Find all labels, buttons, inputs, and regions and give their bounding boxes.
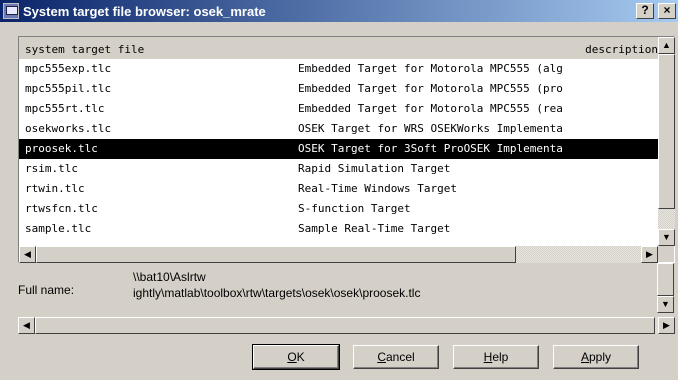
apply-button[interactable]: Apply [553,345,639,369]
list-item-description: OSEK Target for 3Soft ProOSEK Implementa [298,142,563,155]
list-item-file: mpc555exp.tlc [25,62,112,75]
column-header-description: description [585,43,658,56]
vertical-scroll-thumb[interactable] [658,54,675,209]
list-item[interactable]: rtwin.tlc Real-Time Windows Target [25,179,658,199]
list-item[interactable]: mpc555pil.tlc Embedded Target for Motorol… [25,79,658,99]
scroll-right-arrow-icon[interactable]: ▶ [641,246,658,263]
app-icon [3,3,19,19]
list-item[interactable]: sample.tlc Sample Real-Time Target [25,219,658,239]
horizontal-scroll-thumb[interactable] [36,246,516,263]
dialog-vertical-thumb[interactable] [657,263,674,296]
close-button[interactable]: × [658,3,676,19]
dialog-scroll-left-arrow-icon[interactable]: ◀ [18,317,35,334]
list-item-description: Rapid Simulation Target [298,162,451,175]
list-item-description: Embedded Target for Motorola MPC555 (alg [298,62,563,75]
list-item[interactable]: rtwsfcn.tlc S-function Target [25,199,658,219]
help-button[interactable]: Help [453,345,539,369]
dialog-horizontal-scrollbar[interactable]: ◀ ▶ [18,317,675,334]
scroll-left-arrow-icon[interactable]: ◀ [19,246,36,263]
dialog-vertical-scrollbar[interactable]: ▼ [657,263,674,313]
list-item[interactable]: rsim.tlc Rapid Simulation Target [25,159,658,179]
list-item-file: rtwin.tlc [25,182,85,195]
column-header-file: system target file [25,43,145,56]
list-item[interactable]: proosek.tlc OSEK Target for 3Soft ProOSEK… [19,139,658,159]
list-item-description: OSEK Target for WRS OSEKWorks Implementa [298,122,563,135]
list-item-description: S-function Target [298,202,411,215]
full-name-value: \\bat10\Aslrtw ightly\matlab\toolbox\rtw… [133,269,420,301]
list-item[interactable]: osekworks.tlc OSEK Target for WRS OSEKWor… [25,119,658,139]
full-name-line1: \\bat10\Aslrtw [133,270,206,284]
list-item-file: sample.tlc [25,222,92,235]
cancel-button[interactable]: Cancel [353,345,439,369]
list-vertical-scrollbar[interactable]: ▲ ▼ [658,37,675,246]
list-item-file: rtwsfcn.tlc [25,202,98,215]
list-item-file: mpc555rt.tlc [25,102,105,115]
list-horizontal-scrollbar[interactable]: ◀ ▶ [19,246,658,263]
dialog-horizontal-thumb[interactable] [35,317,655,334]
list-item[interactable]: mpc555rt.tlc Embedded Target for Motorola… [25,99,658,119]
list-item-file: mpc555pil.tlc [25,82,112,95]
list-header: system target file description [19,37,658,59]
list-item-description: Embedded Target for Motorola MPC555 (rea [298,102,563,115]
full-name-line2: ightly\matlab\toolbox\rtw\targets\osek\o… [133,286,421,300]
target-file-list[interactable]: system target file description mpc555exp… [19,37,658,246]
list-item-file: proosek.tlc [25,142,98,155]
ok-button[interactable]: OK [252,344,340,370]
list-item-description: Real-Time Windows Target [298,182,457,195]
dialog-scroll-right-arrow-icon[interactable]: ▶ [658,317,675,334]
list-item-description: Embedded Target for Motorola MPC555 (pro [298,82,563,95]
list-item-file: osekworks.tlc [25,122,112,135]
title-bar: System target file browser: osek_mrate ?… [0,0,678,22]
help-titlebar-button[interactable]: ? [636,3,654,19]
dialog-scroll-down-arrow-icon[interactable]: ▼ [657,296,674,313]
list-item-file: rsim.tlc [25,162,78,175]
list-item[interactable]: mpc555exp.tlc Embedded Target for Motorol… [25,59,658,79]
window-title: System target file browser: osek_mrate [23,3,266,19]
scroll-down-arrow-icon[interactable]: ▼ [658,229,675,246]
full-name-label: Full name: [18,283,75,297]
scroll-up-arrow-icon[interactable]: ▲ [658,37,675,54]
target-list-frame: system target file description mpc555exp… [18,36,675,263]
list-item-description: Sample Real-Time Target [298,222,451,235]
